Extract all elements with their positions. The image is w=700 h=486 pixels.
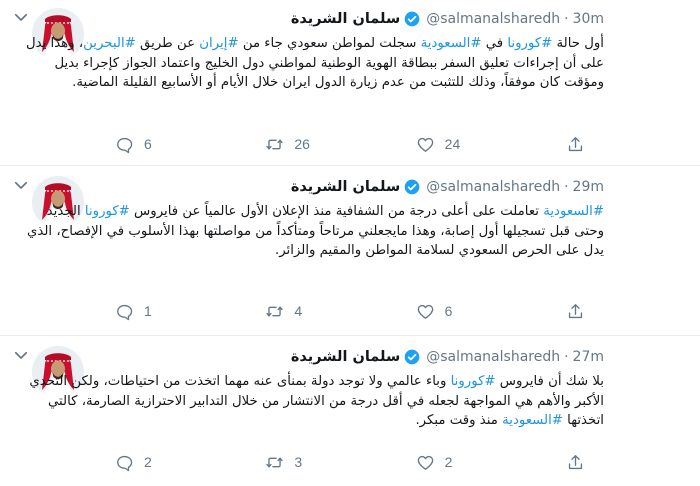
chevron-down-icon[interactable] bbox=[12, 176, 30, 194]
share-button[interactable] bbox=[566, 135, 590, 154]
heart-icon bbox=[417, 304, 433, 319]
retweet-count: 26 bbox=[294, 136, 310, 152]
retweet-icon bbox=[266, 456, 284, 468]
reply-count: 6 bbox=[144, 136, 152, 152]
retweet-count: 3 bbox=[294, 454, 303, 470]
hashtag-link[interactable]: #كورونا bbox=[507, 36, 552, 51]
tweet[interactable]: سلمان الشريدة @salmanalsharedh · 30m أول… bbox=[0, 0, 700, 166]
tweet[interactable]: سلمان الشريدة @salmanalsharedh · 29m #ال… bbox=[0, 166, 700, 336]
verified-badge-icon bbox=[404, 11, 420, 27]
tweet[interactable]: سلمان الشريدة @salmanalsharedh · 27m بلا… bbox=[0, 336, 700, 486]
tweet-header: سلمان الشريدة @salmanalsharedh · 29m bbox=[291, 176, 604, 198]
author-handle[interactable]: @salmanalsharedh bbox=[426, 179, 560, 195]
retweet-icon bbox=[266, 305, 284, 317]
retweet-icon bbox=[266, 138, 284, 150]
tweet-actions: 6 26 24 bbox=[115, 134, 590, 154]
hashtag-link[interactable]: #إيران bbox=[199, 36, 238, 51]
tweet-text: #السعودية تعاملت على أعلى درجة من الشفاف… bbox=[14, 202, 604, 261]
heart-icon bbox=[417, 137, 433, 152]
chevron-down-icon[interactable] bbox=[12, 346, 30, 364]
share-icon bbox=[568, 136, 583, 151]
tweet-timestamp[interactable]: 27m bbox=[573, 349, 604, 365]
like-button[interactable]: 6 bbox=[416, 302, 496, 321]
reply-count: 2 bbox=[144, 454, 152, 470]
reply-icon bbox=[117, 304, 133, 320]
hashtag-link[interactable]: #كورونا bbox=[85, 204, 130, 219]
text-segment: سجلت لمواطن سعودي جاء من bbox=[238, 36, 421, 51]
tweet-text: بلا شك أن فايروس #كورونا وباء عالمي ولا … bbox=[14, 372, 604, 431]
hashtag-link[interactable]: #البحرين bbox=[83, 36, 136, 51]
like-count: 2 bbox=[444, 454, 453, 470]
like-count: 6 bbox=[444, 303, 453, 319]
author-handle[interactable]: @salmanalsharedh bbox=[426, 11, 560, 27]
like-count: 24 bbox=[444, 136, 461, 152]
verified-badge-icon bbox=[404, 179, 420, 195]
separator-dot: · bbox=[564, 179, 569, 195]
author-handle[interactable]: @salmanalsharedh bbox=[426, 349, 560, 365]
text-segment: بلا شك أن فايروس bbox=[495, 374, 604, 389]
reply-count: 1 bbox=[144, 303, 152, 319]
share-button[interactable] bbox=[566, 453, 590, 472]
tweet-timestamp[interactable]: 30m bbox=[573, 11, 604, 27]
share-icon bbox=[568, 454, 583, 469]
tweet-header: سلمان الشريدة @salmanalsharedh · 27m bbox=[291, 346, 604, 368]
retweet-button[interactable]: 3 bbox=[265, 453, 345, 472]
reply-button[interactable]: 2 bbox=[115, 453, 195, 472]
text-segment: عن طريق bbox=[135, 36, 200, 51]
tweet-actions: 2 3 2 bbox=[115, 452, 590, 472]
tweet-timestamp[interactable]: 29m bbox=[573, 179, 604, 195]
retweet-button[interactable]: 26 bbox=[265, 135, 345, 154]
hashtag-link[interactable]: #السعودية bbox=[543, 204, 604, 219]
author-name[interactable]: سلمان الشريدة bbox=[291, 179, 400, 195]
hashtag-link[interactable]: #السعودية bbox=[502, 413, 563, 428]
like-button[interactable]: 24 bbox=[416, 135, 496, 154]
author-name[interactable]: سلمان الشريدة bbox=[291, 349, 400, 365]
like-button[interactable]: 2 bbox=[416, 453, 496, 472]
verified-badge-icon bbox=[404, 349, 420, 365]
heart-icon bbox=[417, 455, 433, 470]
separator-dot: · bbox=[564, 11, 569, 27]
text-segment: أول حالة bbox=[552, 36, 604, 51]
reply-button[interactable]: 6 bbox=[115, 135, 195, 154]
reply-button[interactable]: 1 bbox=[115, 302, 195, 321]
tweet-text: أول حالة #كورونا في #السعودية سجلت لمواط… bbox=[14, 34, 604, 93]
text-segment: في bbox=[481, 36, 508, 51]
reply-icon bbox=[117, 455, 133, 471]
author-name[interactable]: سلمان الشريدة bbox=[291, 11, 400, 27]
separator-dot: · bbox=[564, 349, 569, 365]
share-button[interactable] bbox=[566, 302, 590, 321]
tweet-actions: 1 4 6 bbox=[115, 301, 590, 321]
retweet-button[interactable]: 4 bbox=[265, 302, 345, 321]
retweet-count: 4 bbox=[294, 303, 303, 319]
share-icon bbox=[568, 303, 583, 318]
tweet-feed: سلمان الشريدة @salmanalsharedh · 30m أول… bbox=[0, 0, 700, 486]
text-segment: منذ وقت مبكر. bbox=[415, 413, 503, 428]
hashtag-link[interactable]: #كورونا bbox=[451, 374, 496, 389]
text-segment: تعاملت على أعلى درجة من الشفافية منذ الإ… bbox=[129, 204, 544, 219]
tweet-header: سلمان الشريدة @salmanalsharedh · 30m bbox=[291, 8, 604, 30]
hashtag-link[interactable]: #السعودية bbox=[421, 36, 482, 51]
chevron-down-icon[interactable] bbox=[12, 8, 30, 26]
reply-icon bbox=[117, 137, 133, 153]
